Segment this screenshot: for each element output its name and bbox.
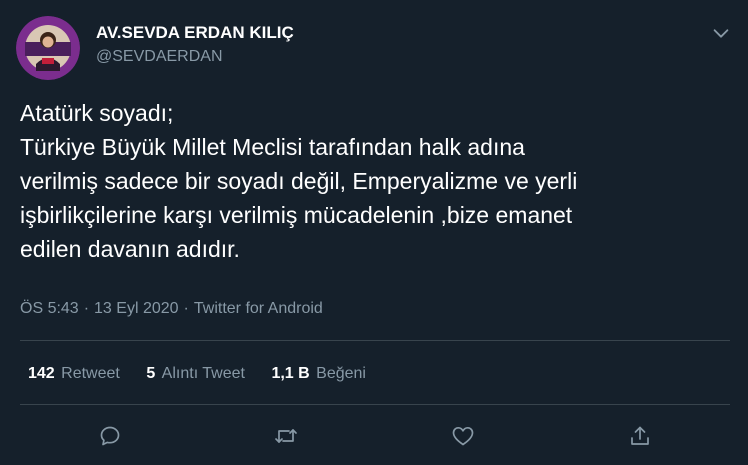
like-count: 1,1 B [271, 365, 310, 382]
avatar[interactable] [16, 16, 80, 80]
meta-separator: · [83, 300, 90, 317]
meta-separator: · [183, 300, 189, 317]
share-button[interactable] [624, 420, 656, 452]
retweet-stat[interactable]: 142 Retweet [28, 365, 120, 383]
like-label: Beğeni [316, 365, 366, 382]
like-button[interactable] [447, 420, 479, 452]
tweet-source[interactable]: Twitter for Android [194, 300, 323, 317]
author-display-name[interactable]: AV.SEVDA ERDAN KILIÇ [96, 22, 294, 44]
author-handle[interactable]: @SEVDAERDAN [96, 46, 294, 68]
tweet-time[interactable]: ÖS 5:43 [20, 300, 79, 317]
tweet-meta: ÖS 5:43 · 13 Eyl 2020 · Twitter for Android [20, 300, 328, 318]
quote-stat[interactable]: 5 Alıntı Tweet [146, 365, 245, 383]
avatar-image [16, 16, 80, 80]
retweet-count: 142 [28, 365, 55, 382]
heart-icon [452, 426, 474, 446]
like-stat[interactable]: 1,1 B Beğeni [271, 365, 366, 383]
share-icon [631, 426, 649, 445]
divider [20, 340, 730, 341]
divider [20, 404, 730, 405]
reply-button[interactable] [94, 420, 126, 452]
author-names: AV.SEVDA ERDAN KILIÇ @SEVDAERDAN [96, 22, 294, 68]
tweet-text: Atatürk soyadı; Türkiye Büyük Millet Mec… [20, 100, 578, 262]
retweet-label: Retweet [61, 365, 120, 382]
tweet-card: AV.SEVDA ERDAN KILIÇ @SEVDAERDAN Atatürk… [0, 0, 748, 465]
tweet-actions [0, 420, 748, 452]
chevron-down-icon[interactable] [710, 22, 732, 44]
tweet-header: AV.SEVDA ERDAN KILIÇ @SEVDAERDAN [16, 12, 732, 80]
tweet-stats: 142 Retweet 5 Alıntı Tweet 1,1 B Beğeni [28, 365, 388, 383]
retweet-icon [275, 429, 297, 443]
retweet-button[interactable] [270, 420, 302, 452]
tweet-date[interactable]: 13 Eyl 2020 [94, 300, 179, 317]
quote-label: Alıntı Tweet [161, 365, 245, 382]
quote-count: 5 [146, 365, 156, 382]
reply-icon [100, 426, 120, 446]
